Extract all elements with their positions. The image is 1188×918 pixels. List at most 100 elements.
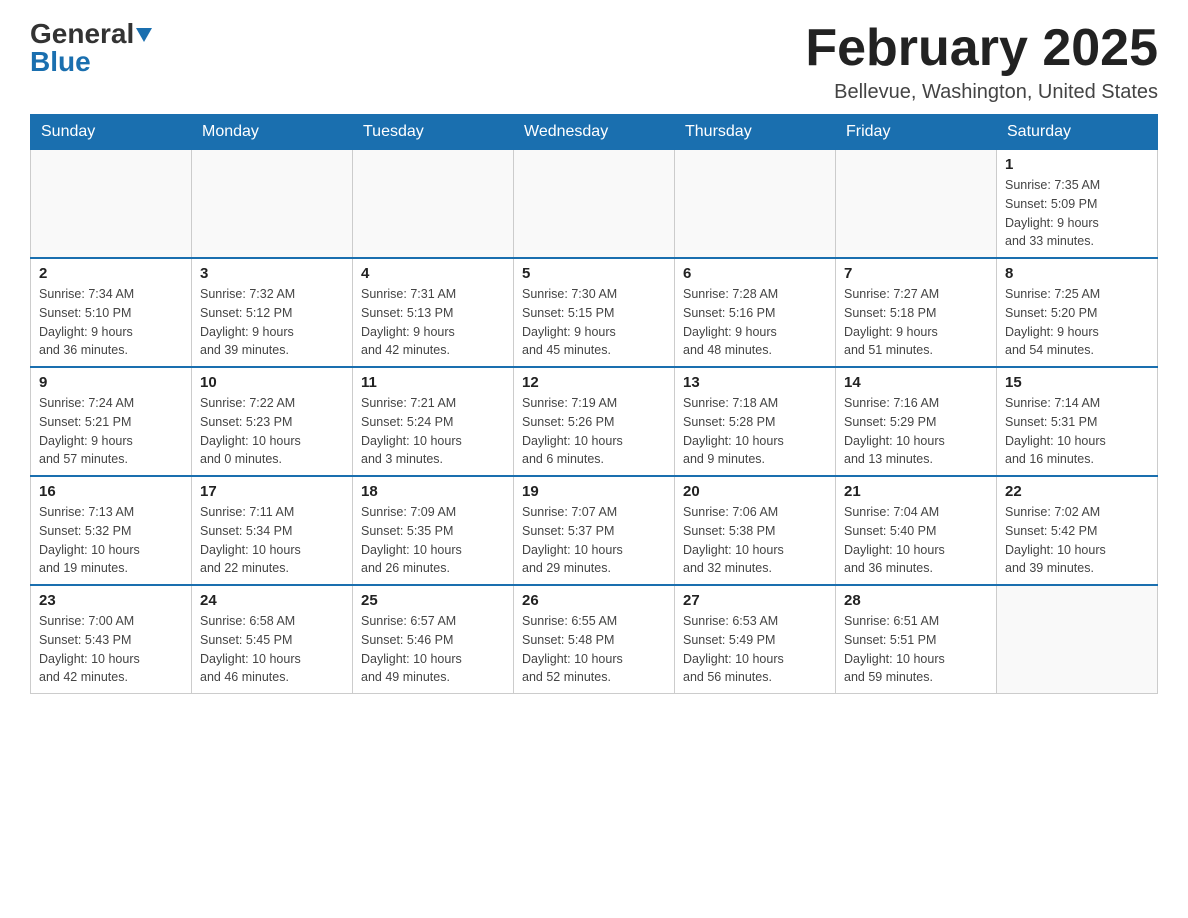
day-info: Sunrise: 6:55 AMSunset: 5:48 PMDaylight:… [522, 612, 666, 687]
calendar-day-cell: 3 Sunrise: 7:32 AMSunset: 5:12 PMDaylight… [192, 258, 353, 367]
day-number: 23 [39, 592, 183, 609]
day-number: 3 [200, 265, 344, 282]
day-number: 22 [1005, 483, 1149, 500]
day-number: 25 [361, 592, 505, 609]
logo-blue-text: Blue [30, 48, 91, 76]
day-info: Sunrise: 6:51 AMSunset: 5:51 PMDaylight:… [844, 612, 988, 687]
calendar-day-cell: 28 Sunrise: 6:51 AMSunset: 5:51 PMDayligh… [836, 585, 997, 694]
day-number: 1 [1005, 156, 1149, 173]
calendar-day-cell: 1 Sunrise: 7:35 AMSunset: 5:09 PMDaylight… [997, 150, 1158, 259]
calendar-day-cell [675, 150, 836, 259]
calendar-day-cell: 22 Sunrise: 7:02 AMSunset: 5:42 PMDayligh… [997, 476, 1158, 585]
day-info: Sunrise: 7:13 AMSunset: 5:32 PMDaylight:… [39, 503, 183, 578]
day-info: Sunrise: 7:28 AMSunset: 5:16 PMDaylight:… [683, 285, 827, 360]
calendar-day-cell: 10 Sunrise: 7:22 AMSunset: 5:23 PMDayligh… [192, 367, 353, 476]
calendar-day-cell: 8 Sunrise: 7:25 AMSunset: 5:20 PMDaylight… [997, 258, 1158, 367]
day-number: 17 [200, 483, 344, 500]
calendar-day-cell: 26 Sunrise: 6:55 AMSunset: 5:48 PMDayligh… [514, 585, 675, 694]
logo-triangle-icon [136, 28, 152, 44]
calendar-day-cell: 24 Sunrise: 6:58 AMSunset: 5:45 PMDayligh… [192, 585, 353, 694]
day-info: Sunrise: 7:11 AMSunset: 5:34 PMDaylight:… [200, 503, 344, 578]
day-number: 28 [844, 592, 988, 609]
calendar-day-cell: 9 Sunrise: 7:24 AMSunset: 5:21 PMDaylight… [31, 367, 192, 476]
day-number: 18 [361, 483, 505, 500]
day-number: 13 [683, 374, 827, 391]
day-number: 16 [39, 483, 183, 500]
header-tuesday: Tuesday [353, 115, 514, 150]
day-number: 14 [844, 374, 988, 391]
calendar-day-cell: 16 Sunrise: 7:13 AMSunset: 5:32 PMDayligh… [31, 476, 192, 585]
calendar-day-cell: 12Sunrise: 7:19 AMSunset: 5:26 PMDayligh… [514, 367, 675, 476]
location-subtitle: Bellevue, Washington, United States [805, 81, 1158, 104]
day-number: 8 [1005, 265, 1149, 282]
day-info: Sunrise: 7:32 AMSunset: 5:12 PMDaylight:… [200, 285, 344, 360]
day-info: Sunrise: 7:18 AMSunset: 5:28 PMDaylight:… [683, 394, 827, 469]
page-header: General Blue February 2025 Bellevue, Was… [30, 20, 1158, 104]
day-info: Sunrise: 7:25 AMSunset: 5:20 PMDaylight:… [1005, 285, 1149, 360]
header-friday: Friday [836, 115, 997, 150]
day-number: 4 [361, 265, 505, 282]
day-info: Sunrise: 7:09 AMSunset: 5:35 PMDaylight:… [361, 503, 505, 578]
day-info: Sunrise: 7:34 AMSunset: 5:10 PMDaylight:… [39, 285, 183, 360]
day-number: 5 [522, 265, 666, 282]
header-sunday: Sunday [31, 115, 192, 150]
header-monday: Monday [192, 115, 353, 150]
header-wednesday: Wednesday [514, 115, 675, 150]
day-number: 27 [683, 592, 827, 609]
calendar-day-cell: 5 Sunrise: 7:30 AMSunset: 5:15 PMDaylight… [514, 258, 675, 367]
calendar-day-cell: 6 Sunrise: 7:28 AMSunset: 5:16 PMDaylight… [675, 258, 836, 367]
calendar-day-cell: 14 Sunrise: 7:16 AMSunset: 5:29 PMDayligh… [836, 367, 997, 476]
day-info: Sunrise: 7:02 AMSunset: 5:42 PMDaylight:… [1005, 503, 1149, 578]
calendar-day-cell [997, 585, 1158, 694]
day-info: Sunrise: 7:06 AMSunset: 5:38 PMDaylight:… [683, 503, 827, 578]
day-info: Sunrise: 7:31 AMSunset: 5:13 PMDaylight:… [361, 285, 505, 360]
day-number: 6 [683, 265, 827, 282]
month-title: February 2025 [805, 20, 1158, 77]
calendar-day-cell: 2Sunrise: 7:34 AMSunset: 5:10 PMDaylight… [31, 258, 192, 367]
day-info: Sunrise: 7:35 AMSunset: 5:09 PMDaylight:… [1005, 176, 1149, 251]
day-info: Sunrise: 6:58 AMSunset: 5:45 PMDaylight:… [200, 612, 344, 687]
day-info: Sunrise: 7:30 AMSunset: 5:15 PMDaylight:… [522, 285, 666, 360]
calendar-day-cell: 7 Sunrise: 7:27 AMSunset: 5:18 PMDaylight… [836, 258, 997, 367]
day-info: Sunrise: 7:27 AMSunset: 5:18 PMDaylight:… [844, 285, 988, 360]
title-block: February 2025 Bellevue, Washington, Unit… [805, 20, 1158, 104]
calendar-day-cell: 4 Sunrise: 7:31 AMSunset: 5:13 PMDaylight… [353, 258, 514, 367]
calendar-week-row: 2Sunrise: 7:34 AMSunset: 5:10 PMDaylight… [31, 258, 1158, 367]
day-number: 21 [844, 483, 988, 500]
day-info: Sunrise: 7:00 AMSunset: 5:43 PMDaylight:… [39, 612, 183, 687]
day-info: Sunrise: 7:16 AMSunset: 5:29 PMDaylight:… [844, 394, 988, 469]
day-number: 26 [522, 592, 666, 609]
calendar-day-cell: 19Sunrise: 7:07 AMSunset: 5:37 PMDayligh… [514, 476, 675, 585]
day-number: 11 [361, 374, 505, 391]
day-info: Sunrise: 7:14 AMSunset: 5:31 PMDaylight:… [1005, 394, 1149, 469]
calendar-day-cell [514, 150, 675, 259]
calendar-day-cell [31, 150, 192, 259]
day-info: Sunrise: 6:53 AMSunset: 5:49 PMDaylight:… [683, 612, 827, 687]
day-number: 9 [39, 374, 183, 391]
day-number: 7 [844, 265, 988, 282]
calendar-day-cell: 25 Sunrise: 6:57 AMSunset: 5:46 PMDayligh… [353, 585, 514, 694]
day-number: 12 [522, 374, 666, 391]
day-info: Sunrise: 7:22 AMSunset: 5:23 PMDaylight:… [200, 394, 344, 469]
day-number: 10 [200, 374, 344, 391]
day-number: 20 [683, 483, 827, 500]
calendar-day-cell: 23 Sunrise: 7:00 AMSunset: 5:43 PMDayligh… [31, 585, 192, 694]
calendar-week-row: 16 Sunrise: 7:13 AMSunset: 5:32 PMDayligh… [31, 476, 1158, 585]
calendar-week-row: 1 Sunrise: 7:35 AMSunset: 5:09 PMDaylight… [31, 150, 1158, 259]
calendar-day-cell: 13 Sunrise: 7:18 AMSunset: 5:28 PMDayligh… [675, 367, 836, 476]
calendar-day-cell: 11 Sunrise: 7:21 AMSunset: 5:24 PMDayligh… [353, 367, 514, 476]
logo: General Blue [30, 20, 152, 76]
calendar-day-cell: 17 Sunrise: 7:11 AMSunset: 5:34 PMDayligh… [192, 476, 353, 585]
day-number: 24 [200, 592, 344, 609]
header-saturday: Saturday [997, 115, 1158, 150]
day-info: Sunrise: 7:24 AMSunset: 5:21 PMDaylight:… [39, 394, 183, 469]
calendar-week-row: 23 Sunrise: 7:00 AMSunset: 5:43 PMDayligh… [31, 585, 1158, 694]
day-number: 15 [1005, 374, 1149, 391]
calendar-day-cell: 27 Sunrise: 6:53 AMSunset: 5:49 PMDayligh… [675, 585, 836, 694]
day-info: Sunrise: 7:21 AMSunset: 5:24 PMDaylight:… [361, 394, 505, 469]
day-number: 19 [522, 483, 666, 500]
calendar-header-row: Sunday Monday Tuesday Wednesday Thursday… [31, 115, 1158, 150]
calendar-day-cell: 20 Sunrise: 7:06 AMSunset: 5:38 PMDayligh… [675, 476, 836, 585]
day-info: Sunrise: 6:57 AMSunset: 5:46 PMDaylight:… [361, 612, 505, 687]
calendar-day-cell [836, 150, 997, 259]
